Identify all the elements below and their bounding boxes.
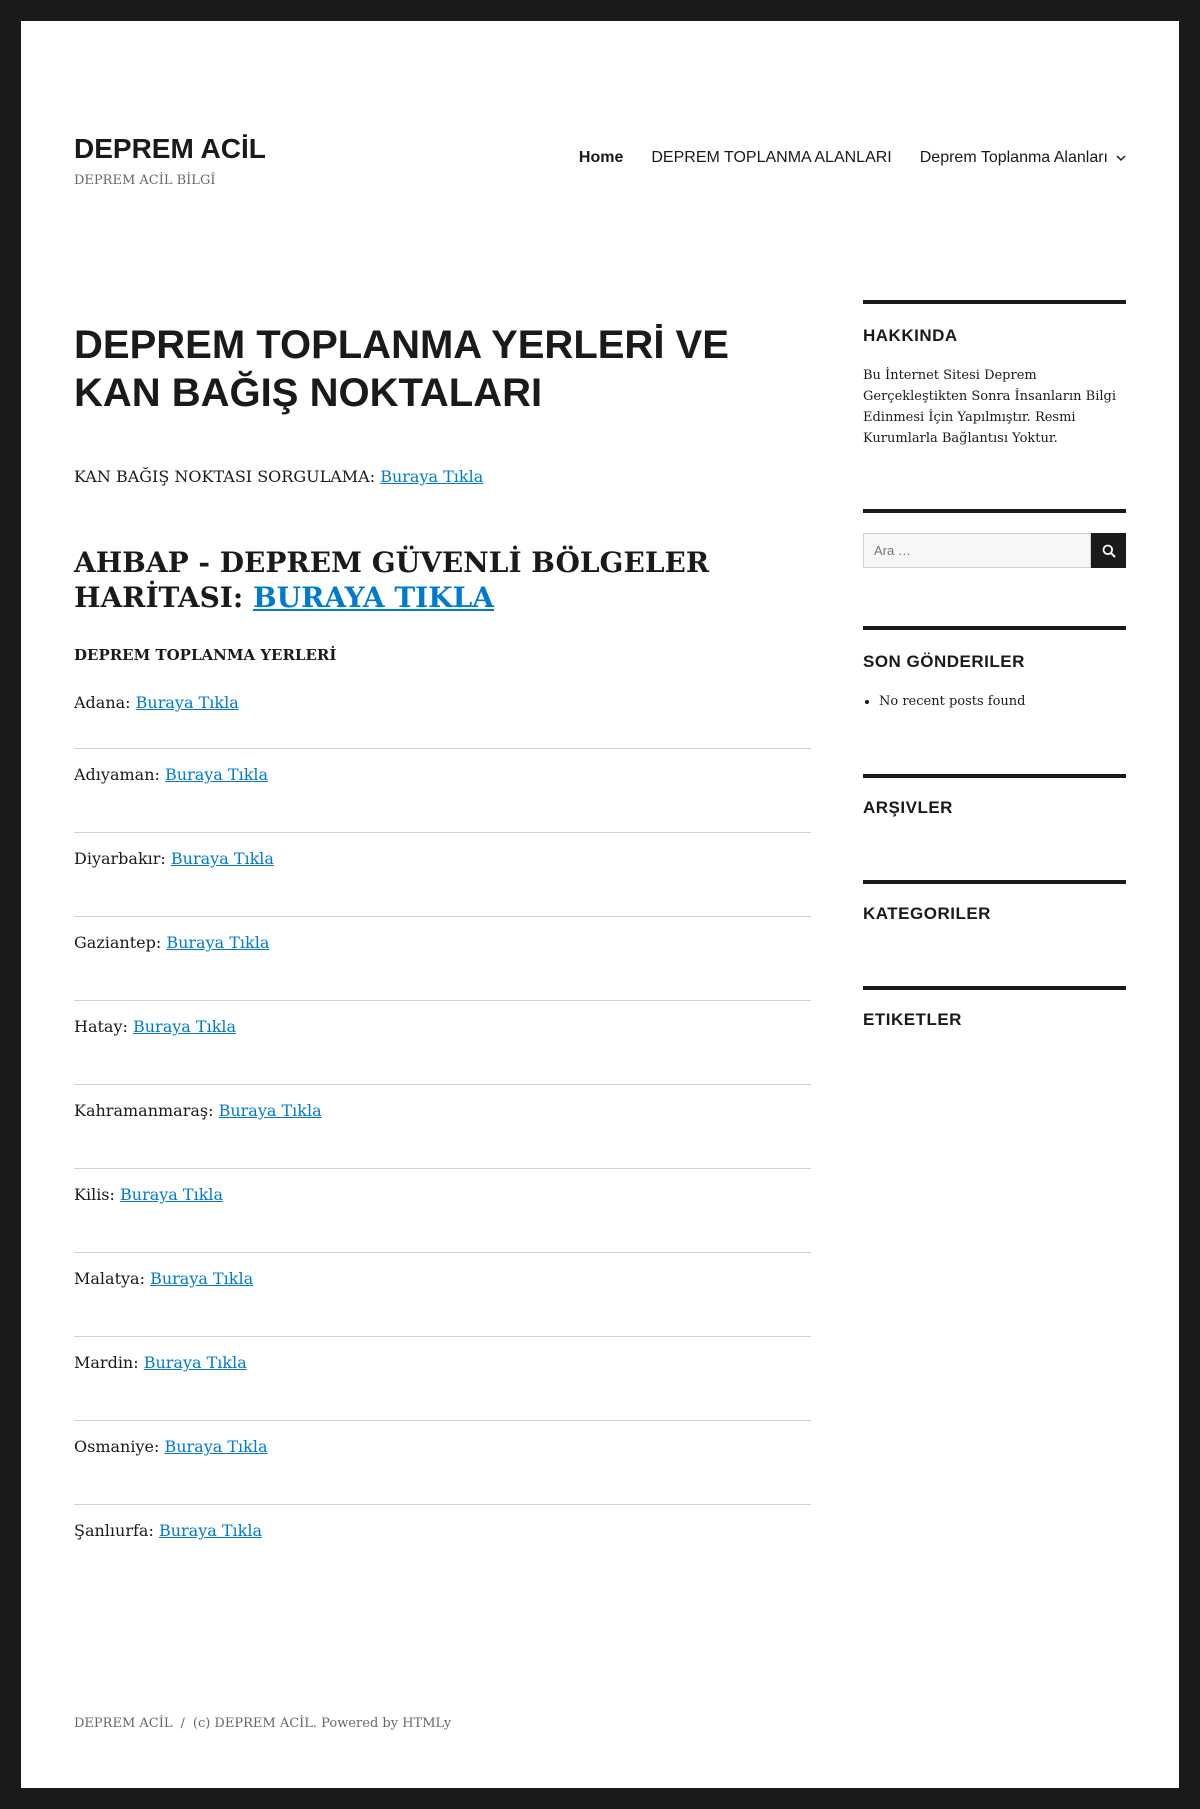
city-name: Şanlıurfa: [74,1521,154,1540]
city-link[interactable]: Buraya Tıkla [159,1521,262,1540]
city-name: Kilis: [74,1185,115,1204]
city-link[interactable]: Buraya Tıkla [166,933,269,952]
city-link[interactable]: Buraya Tıkla [150,1269,253,1288]
city-link[interactable]: Buraya Tıkla [165,765,268,784]
list-item: Kilis: Buraya Tıkla [74,1169,811,1253]
city-name: Osmaniye: [74,1437,160,1456]
recent-posts-widget: SON GÖNDERILER No recent posts found [863,626,1126,774]
city-name: Hatay: [74,1017,128,1036]
city-list: Adana: Buraya Tıkla Adıyaman: Buraya Tık… [74,691,811,1589]
list-item: Adana: Buraya Tıkla [74,691,811,749]
kan-bagis-link[interactable]: Buraya Tıkla [380,467,483,486]
city-link[interactable]: Buraya Tıkla [171,849,274,868]
main-nav: Home DEPREM TOPLANMA ALANLARI Deprem Top… [579,149,1126,167]
search-widget [863,509,1126,626]
list-item: Hatay: Buraya Tıkla [74,1001,811,1085]
city-name: Malatya: [74,1269,145,1288]
search-icon [1102,544,1116,558]
sidebar: HAKKINDA Bu İnternet Sitesi Deprem Gerçe… [863,300,1126,1050]
city-name: Diyarbakır: [74,849,166,868]
city-link[interactable]: Buraya Tıkla [164,1437,267,1456]
city-name: Gaziantep: [74,933,162,952]
nav-item-home[interactable]: Home [579,149,623,167]
tags-widget: ETIKETLER [863,986,1126,1050]
footer-copyright: (c) DEPREM ACİL. Powered by HTMLy [192,1716,452,1731]
footer: DEPREM ACİL / (c) DEPREM ACİL. Powered b… [74,1716,451,1731]
nav-item-deprem-toplanma-alanlari[interactable]: DEPREM TOPLANMA ALANLARI [651,149,891,167]
archives-widget: ARŞIVLER [863,774,1126,880]
city-link[interactable]: Buraya Tıkla [133,1017,236,1036]
categories-widget: KATEGORILER [863,880,1126,986]
city-link[interactable]: Buraya Tıkla [219,1101,322,1120]
about-text: Bu İnternet Sitesi Deprem Gerçekleştikte… [863,368,1116,446]
city-link[interactable]: Buraya Tıkla [136,693,239,712]
footer-site-name[interactable]: DEPREM ACİL [74,1716,172,1731]
city-link[interactable]: Buraya Tıkla [120,1185,223,1204]
list-item: Malatya: Buraya Tıkla [74,1253,811,1337]
list-item: Osmaniye: Buraya Tıkla [74,1421,811,1505]
list-item: Kahramanmaraş: Buraya Tıkla [74,1085,811,1169]
recent-posts-list: No recent posts found [863,692,1126,712]
search-button[interactable] [1091,533,1126,568]
archives-title: ARŞIVLER [863,798,953,817]
footer-separator: / [180,1716,185,1731]
about-widget-title: HAKKINDA [863,326,958,345]
list-item: Gaziantep: Buraya Tıkla [74,917,811,1001]
categories-title: KATEGORILER [863,904,991,923]
tags-title: ETIKETLER [863,1010,962,1029]
site-description: DEPREM ACİL BİLGİ [74,173,216,188]
toplanma-heading: DEPREM TOPLANMA YERLERİ [74,646,337,664]
main-content: DEPREM TOPLANMA YERLERİ VE KAN BAĞIŞ NOK… [74,321,811,1589]
ahbap-link[interactable]: BURAYA TIKLA [253,581,494,614]
list-item: Mardin: Buraya Tıkla [74,1337,811,1421]
page: DEPREM ACİL DEPREM ACİL BİLGİ Home DEPRE… [21,21,1179,1788]
page-title: DEPREM TOPLANMA YERLERİ VE KAN BAĞIŞ NOK… [74,323,729,415]
city-name: Mardin: [74,1353,139,1372]
site-title[interactable]: DEPREM ACİL [74,133,266,165]
about-widget: HAKKINDA Bu İnternet Sitesi Deprem Gerçe… [863,300,1126,509]
city-name: Adıyaman: [74,765,160,784]
ahbap-heading: AHBAP - DEPREM GÜVENLİ BÖLGELER HARİTASI… [74,545,811,615]
nav-item-label: Deprem Toplanma Alanları [919,149,1108,166]
city-name: Kahramanmaraş: [74,1101,214,1120]
recent-posts-title: SON GÖNDERILER [863,652,1025,671]
city-name: Adana: [74,693,131,712]
list-item: Adıyaman: Buraya Tıkla [74,749,811,833]
list-item: Şanlıurfa: Buraya Tıkla [74,1505,811,1589]
kan-bagis-label: KAN BAĞIŞ NOKTASI SORGULAMA: [74,467,376,486]
chevron-down-icon [1116,154,1126,161]
list-item: No recent posts found [879,692,1126,712]
nav-item-deprem-toplanma-alanlari-dropdown[interactable]: Deprem Toplanma Alanları [920,149,1126,167]
kan-bagis-line: KAN BAĞIŞ NOKTASI SORGULAMA: Buraya Tıkl… [74,465,811,489]
city-link[interactable]: Buraya Tıkla [144,1353,247,1372]
search-form [863,533,1126,568]
list-item: Diyarbakır: Buraya Tıkla [74,833,811,917]
search-input[interactable] [863,533,1091,568]
